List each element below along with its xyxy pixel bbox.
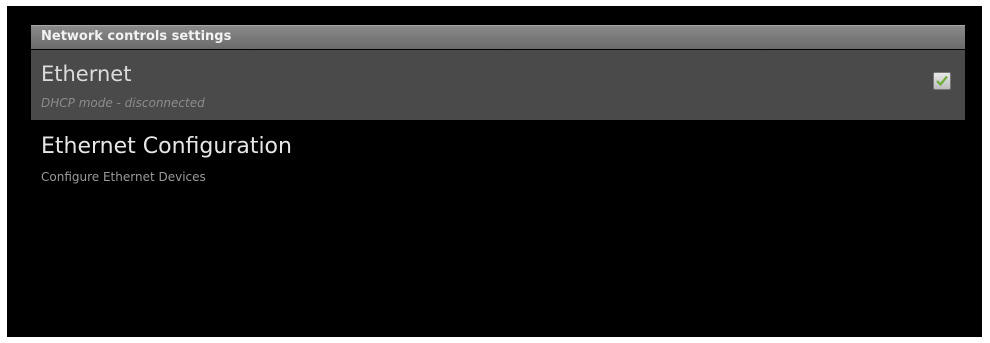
ethernet-title: Ethernet [41,62,132,86]
ethernet-checkbox[interactable] [933,72,951,90]
settings-screen: Network controls settings Ethernet DHCP … [7,6,982,337]
ethernet-summary: DHCP mode - disconnected [41,96,205,110]
ethernet-toggle-row[interactable]: Ethernet DHCP mode - disconnected [31,50,965,120]
section-header-title: Network controls settings [41,29,232,44]
section-header: Network controls settings [31,25,965,49]
ethernet-configuration-row[interactable]: Ethernet Configuration Configure Etherne… [31,122,965,194]
ethernet-configuration-summary: Configure Ethernet Devices [41,170,206,184]
check-icon [936,75,948,87]
ethernet-configuration-title: Ethernet Configuration [41,134,292,159]
